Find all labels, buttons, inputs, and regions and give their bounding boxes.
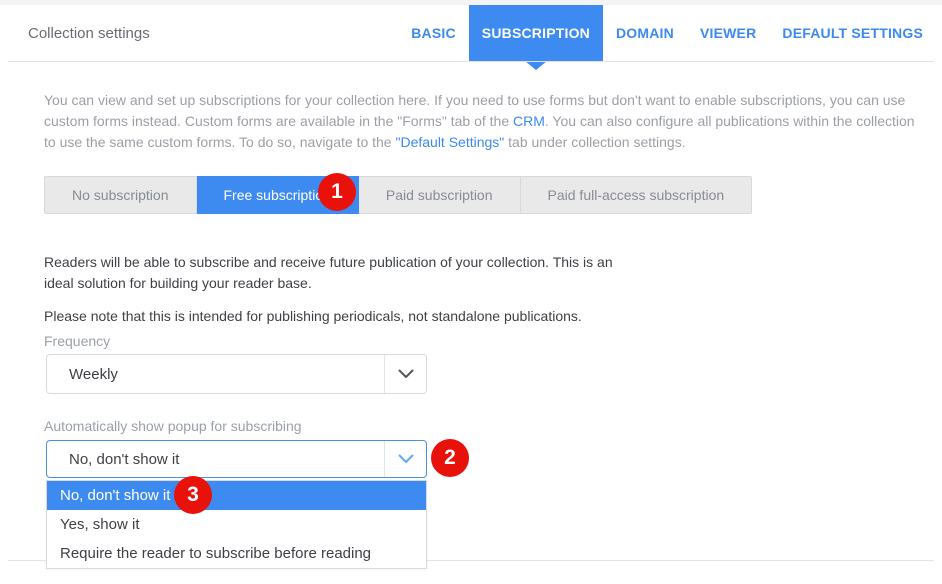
header: Collection settings BASIC SUBSCRIPTION D… bbox=[0, 5, 942, 61]
tab-viewer[interactable]: VIEWER bbox=[687, 5, 769, 61]
tab-basic[interactable]: BASIC bbox=[398, 5, 469, 61]
popup-value: No, don't show it bbox=[47, 451, 384, 468]
plan-tab-paid-subscription[interactable]: Paid subscription bbox=[359, 177, 521, 213]
intro-part-3: tab under collection settings. bbox=[504, 134, 685, 150]
page-title: Collection settings bbox=[28, 25, 150, 42]
dropdown-option-no-dont-show[interactable]: No, don't show it bbox=[47, 481, 426, 510]
nav-tabs: BASIC SUBSCRIPTION DOMAIN VIEWER DEFAULT… bbox=[398, 5, 936, 61]
tab-subscription[interactable]: SUBSCRIPTION bbox=[469, 5, 603, 61]
default-settings-link[interactable]: "Default Settings" bbox=[395, 134, 504, 150]
crm-link[interactable]: CRM bbox=[513, 113, 545, 129]
free-subscription-description: Readers will be able to subscribe and re… bbox=[44, 252, 644, 294]
collection-settings-page: Collection settings BASIC SUBSCRIPTION D… bbox=[0, 0, 942, 584]
step-3-badge: 3 bbox=[174, 476, 212, 514]
popup-caret-zone[interactable] bbox=[384, 441, 426, 477]
popup-select[interactable]: No, don't show it bbox=[46, 440, 427, 478]
frequency-value: Weekly bbox=[47, 366, 384, 383]
tab-domain[interactable]: DOMAIN bbox=[603, 5, 687, 61]
dropdown-option-yes-show[interactable]: Yes, show it bbox=[47, 510, 426, 539]
periodicals-note: Please note that this is intended for pu… bbox=[44, 306, 744, 327]
subscription-type-tabs: No subscription Free subscription Paid s… bbox=[44, 176, 752, 214]
tab-default-settings[interactable]: DEFAULT SETTINGS bbox=[769, 5, 936, 61]
header-divider bbox=[8, 61, 934, 62]
frequency-caret-zone[interactable] bbox=[384, 355, 426, 393]
popup-label: Automatically show popup for subscribing bbox=[44, 418, 302, 434]
frequency-select[interactable]: Weekly bbox=[46, 354, 427, 394]
chevron-down-icon bbox=[398, 369, 414, 379]
dropdown-option-require-subscribe[interactable]: Require the reader to subscribe before r… bbox=[47, 539, 426, 568]
step-2-badge: 2 bbox=[431, 439, 469, 477]
step-1-badge: 1 bbox=[318, 173, 356, 211]
plan-tab-no-subscription[interactable]: No subscription bbox=[45, 177, 197, 213]
frequency-label: Frequency bbox=[44, 333, 110, 349]
chevron-down-icon bbox=[398, 454, 414, 464]
popup-options-list: No, don't show it Yes, show it Require t… bbox=[46, 480, 427, 569]
intro-text: You can view and set up subscriptions fo… bbox=[44, 90, 918, 153]
plan-tab-paid-full-access-subscription[interactable]: Paid full-access subscription bbox=[521, 177, 752, 213]
